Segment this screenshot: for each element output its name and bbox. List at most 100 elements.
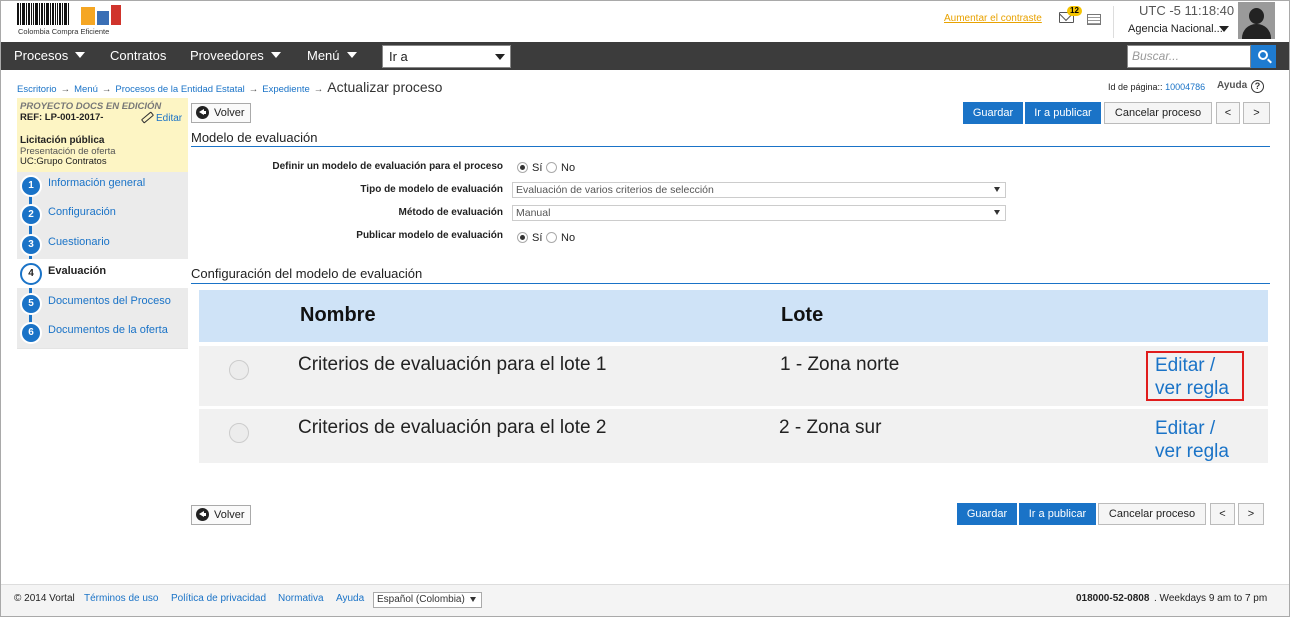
sidebar-empty-area [17, 348, 188, 584]
nav-contratos[interactable]: Contratos [110, 42, 166, 70]
footer-privacy-link[interactable]: Política de privacidad [171, 593, 266, 604]
breadcrumb-menu[interactable]: Menú [74, 84, 98, 95]
breadcrumb-escritorio[interactable]: Escritorio [17, 84, 57, 95]
step-cuestionario[interactable]: 3 Cuestionario [17, 230, 188, 259]
table-header: Nombre Lote [199, 290, 1268, 342]
evaluation-method-select[interactable]: Manual [512, 205, 1006, 221]
footer-normativa-link[interactable]: Normativa [278, 593, 324, 604]
logo-mark-orange [81, 7, 95, 25]
nav-procesos-label: Procesos [14, 48, 69, 63]
previous-button-bottom[interactable]: < [1210, 503, 1235, 525]
page-id-label: Id de página:: [1108, 82, 1163, 92]
goto-select-value: Ir a [389, 49, 408, 64]
help-link[interactable]: Ayuda [1217, 80, 1247, 91]
step-label: Configuración [48, 206, 116, 218]
search-button[interactable] [1251, 45, 1276, 68]
model-type-value: Evaluación de varios criterios de selecc… [516, 184, 714, 196]
process-ref: REF: LP-001-2017- [20, 112, 104, 123]
nav-proveedores-label: Proveedores [190, 48, 264, 63]
save-button-bottom[interactable]: Guardar [957, 503, 1017, 525]
increase-contrast-link[interactable]: Aumentar el contraste [944, 13, 1042, 24]
step-label: Documentos del Proceso [48, 295, 171, 307]
edit-process-link[interactable]: Editar [156, 113, 182, 124]
clock: UTC -5 11:18:40 [1139, 3, 1235, 18]
chevron-down-icon [75, 52, 86, 58]
table-row[interactable]: Criterios de evaluación para el lote 1 1… [199, 346, 1268, 406]
evaluation-method-label: Método de evaluación [398, 207, 503, 218]
section-divider [191, 146, 1270, 147]
step-number: 1 [20, 175, 42, 197]
breadcrumb-procesos[interactable]: Procesos de la Entidad Estatal [115, 84, 244, 95]
avatar[interactable] [1238, 2, 1275, 39]
step-informacion-general[interactable]: 1 Información general [17, 171, 188, 200]
logo-mark-blue [97, 11, 109, 25]
publish-model-no-radio[interactable] [546, 232, 557, 243]
breadcrumb-expediente[interactable]: Expediente [262, 84, 310, 95]
step-label: Documentos de la oferta [48, 324, 168, 336]
criteria-name: Criterios de evaluación para el lote 1 [298, 354, 607, 375]
publish-model-yes-label: Sí [532, 232, 543, 244]
step-documentos-oferta[interactable]: 6 Documentos de la oferta [17, 318, 188, 347]
publish-button[interactable]: Ir a publicar [1025, 102, 1101, 124]
next-button-bottom[interactable]: > [1238, 503, 1264, 525]
highlight-box [1146, 351, 1244, 401]
goto-select[interactable]: Ir a [382, 45, 511, 68]
nav-procesos[interactable]: Procesos [14, 42, 86, 70]
save-button[interactable]: Guardar [963, 102, 1023, 124]
arrow-left-icon [196, 106, 209, 119]
publish-model-yes-radio[interactable] [517, 232, 528, 243]
chevron-down-icon [270, 52, 281, 58]
step-configuracion[interactable]: 2 Configuración [17, 200, 188, 229]
news-icon[interactable] [1087, 14, 1101, 25]
breadcrumb-separator: → [101, 84, 112, 95]
nav-menu[interactable]: Menú [307, 42, 357, 70]
step-number: 4 [20, 263, 42, 285]
edit-view-rule-link[interactable]: Editar / ver regla [1155, 417, 1229, 463]
next-button[interactable]: > [1243, 102, 1270, 124]
cancel-process-button-bottom[interactable]: Cancelar proceso [1098, 503, 1206, 525]
search-input[interactable]: Buscar... [1127, 45, 1251, 68]
model-type-select[interactable]: Evaluación de varios criterios de selecc… [512, 182, 1006, 198]
page-title: Actualizar proceso [327, 79, 443, 95]
nav-contratos-label: Contratos [110, 48, 167, 63]
chevron-down-icon[interactable] [1219, 26, 1229, 32]
row-select-radio[interactable] [229, 360, 249, 380]
logo-mark-red [111, 5, 121, 25]
language-value: Español (Colombia) [377, 594, 465, 605]
define-model-no-radio[interactable] [546, 162, 557, 173]
column-header-lote: Lote [781, 304, 824, 326]
footer-terms-link[interactable]: Términos de uso [84, 593, 158, 604]
support-hours: . Weekdays 9 am to 7 pm [1154, 593, 1268, 604]
publish-button-bottom[interactable]: Ir a publicar [1019, 503, 1096, 525]
chevron-down-icon [346, 52, 357, 58]
step-evaluacion[interactable]: 4 Evaluación [17, 259, 188, 288]
define-model-yes-radio[interactable] [517, 162, 528, 173]
user-body-icon [1242, 24, 1271, 39]
step-documentos-proceso[interactable]: 5 Documentos del Proceso [17, 289, 188, 318]
user-head-icon [1249, 8, 1264, 24]
agency-selector[interactable]: Agencia Nacional... [1128, 23, 1223, 35]
step-number: 2 [20, 204, 42, 226]
chevron-down-icon [994, 210, 1000, 215]
page-id-value[interactable]: 10004786 [1165, 82, 1205, 92]
cancel-process-button[interactable]: Cancelar proceso [1104, 102, 1212, 124]
previous-button[interactable]: < [1216, 102, 1240, 124]
back-button[interactable]: Volver [191, 103, 251, 123]
back-button-bottom[interactable]: Volver [191, 505, 251, 525]
config-section-title: Configuración del modelo de evaluación [191, 266, 423, 281]
language-select[interactable]: Español (Colombia) [373, 592, 482, 608]
step-label: Cuestionario [48, 236, 110, 248]
help-icon[interactable]: ? [1251, 80, 1264, 93]
column-header-nombre: Nombre [300, 304, 376, 326]
criteria-name: Criterios de evaluación para el lote 2 [298, 417, 607, 438]
define-model-label: Definir un modelo de evaluación para el … [272, 161, 503, 172]
logo[interactable]: Colombia Compra Eficiente [17, 3, 123, 37]
nav-proveedores[interactable]: Proveedores [190, 42, 281, 70]
breadcrumb-separator: → [60, 84, 71, 95]
row-select-radio[interactable] [229, 423, 249, 443]
chevron-down-icon [994, 187, 1000, 192]
define-model-no-label: No [561, 162, 576, 174]
process-unit: UC:Grupo Contratos [20, 156, 107, 167]
table-row[interactable]: Criterios de evaluación para el lote 2 2… [199, 409, 1268, 463]
footer-help-link[interactable]: Ayuda [336, 593, 364, 604]
